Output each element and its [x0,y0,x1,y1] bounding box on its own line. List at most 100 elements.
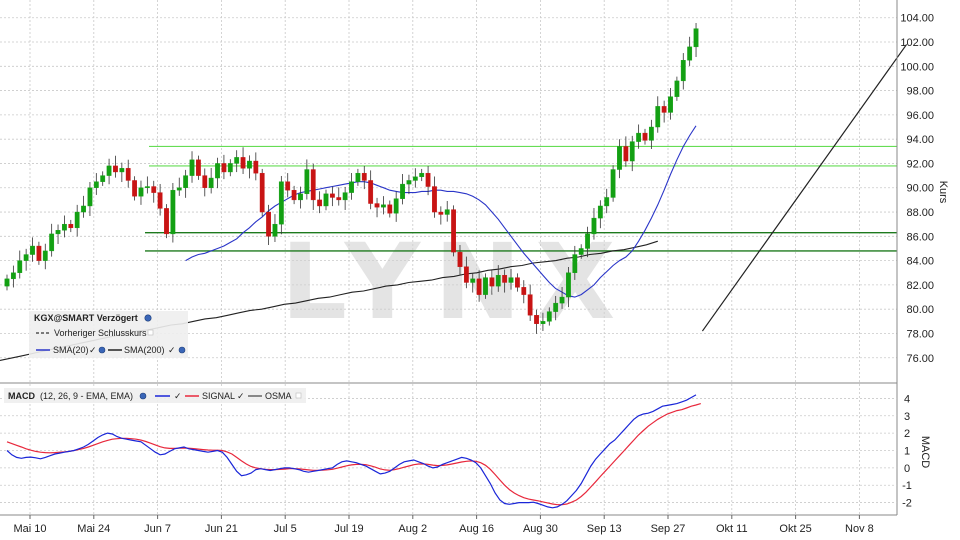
candle-up [680,60,686,82]
x-tick-label: Jul 5 [274,523,297,535]
candle-up [693,28,699,48]
candle-down [259,172,265,213]
candle-down [661,106,667,113]
candle-up [23,254,29,261]
candle-up [247,160,252,169]
x-tick-label: Jul 19 [334,523,363,535]
price-tick-label: 88.00 [906,207,934,219]
candle-up [393,198,399,214]
candle-down [368,180,374,204]
candle-up [119,168,125,173]
globe-icon[interactable] [98,346,106,354]
candle-up [138,187,144,197]
candle-up [591,217,597,235]
price-tick-label: 82.00 [906,280,934,292]
candle-up [74,211,80,229]
macd-tick-label: 2 [904,428,910,440]
candle-up [617,146,622,170]
price-tick-label: 94.00 [906,134,934,146]
candle-down [457,251,463,267]
checkmark-icon[interactable]: ✓ [89,345,97,355]
candle-down [157,192,163,209]
candle-down [68,223,74,229]
macd-legend-label: MACD [8,391,35,401]
candle-up [483,277,488,295]
candle-down [240,157,246,169]
candle-up [412,176,418,181]
candle-down [202,175,208,188]
legend-sma200: SMA(200) [124,345,165,355]
candle-up [234,157,240,164]
candle-up [597,205,603,219]
candle-down [476,278,482,295]
candle-up [4,278,10,287]
x-tick-label: Mai 10 [13,523,46,535]
candle-down [285,181,291,191]
x-tick-label: Sep 27 [651,523,686,535]
checkmark-icon[interactable]: ✓ [168,345,176,355]
price-tick-label: 86.00 [906,231,934,243]
price-tick-label: 98.00 [906,86,934,98]
checkmark-icon[interactable]: ✓ [174,391,182,401]
candle-down [489,277,495,287]
candle-down [623,146,629,162]
candle-up [189,159,195,176]
candle-up [349,181,354,193]
candle-down [310,169,316,201]
candle-up [578,248,584,255]
candle-up [62,223,67,231]
candle-up [30,245,35,255]
candle-down [151,186,157,193]
macd-legend: MACD (12, 26, 9 - EMA, EMA) ✓ SIGNAL ✓ O… [4,388,306,403]
price-axis-title: Kurs [937,181,949,204]
candle-down [361,172,367,181]
candle-down [221,163,227,173]
globe-icon[interactable] [178,346,186,354]
candle-down [164,208,169,235]
globe-icon[interactable] [144,314,152,322]
macd-tick-label: 0 [904,463,910,475]
legend-sma20: SMA(20) [53,345,89,355]
candle-down [195,159,201,176]
candle-down [451,209,456,253]
candle-down [336,197,342,201]
macd-tick-label: 4 [904,393,910,405]
candle-up [668,96,673,113]
candle-up [17,260,23,273]
candle-down [329,193,335,198]
candle-up [170,189,176,235]
candle-up [183,175,189,188]
candle-up [208,177,214,188]
candle-up [648,126,654,141]
macd-tick-label: 3 [904,411,910,423]
candle-down [374,203,380,208]
globe-icon[interactable] [139,392,147,400]
macd-tick-label: 1 [904,446,910,458]
x-tick-label: Okt 11 [716,523,748,535]
candle-up [508,277,514,283]
candle-up [406,180,412,185]
candle-up [355,172,361,182]
price-macd-chart: LYNX 76.0078.0080.0082.0084.0086.0088.00… [0,0,960,540]
candle-up [42,250,48,261]
x-tick-label: Aug 16 [459,523,494,535]
x-tick-label: Aug 30 [523,523,558,535]
price-tick-label: 76.00 [906,353,934,365]
candle-up [342,192,348,201]
candle-up [272,223,278,237]
candle-up [687,46,693,61]
checkmark-icon[interactable]: ✓ [237,391,245,401]
x-tick-label: Jun 21 [205,523,238,535]
candle-up [655,106,661,128]
candle-up [93,181,99,188]
macd-tick-label: -1 [902,480,912,492]
price-tick-label: 84.00 [906,256,934,268]
macd-legend-signal: SIGNAL [202,391,235,401]
candle-down [266,211,271,237]
candle-up [55,230,61,235]
visibility-toggle-icon[interactable] [147,329,154,336]
candle-down [515,277,520,288]
candle-up [604,197,610,207]
candle-up [585,233,590,249]
visibility-toggle-icon[interactable] [295,392,302,399]
